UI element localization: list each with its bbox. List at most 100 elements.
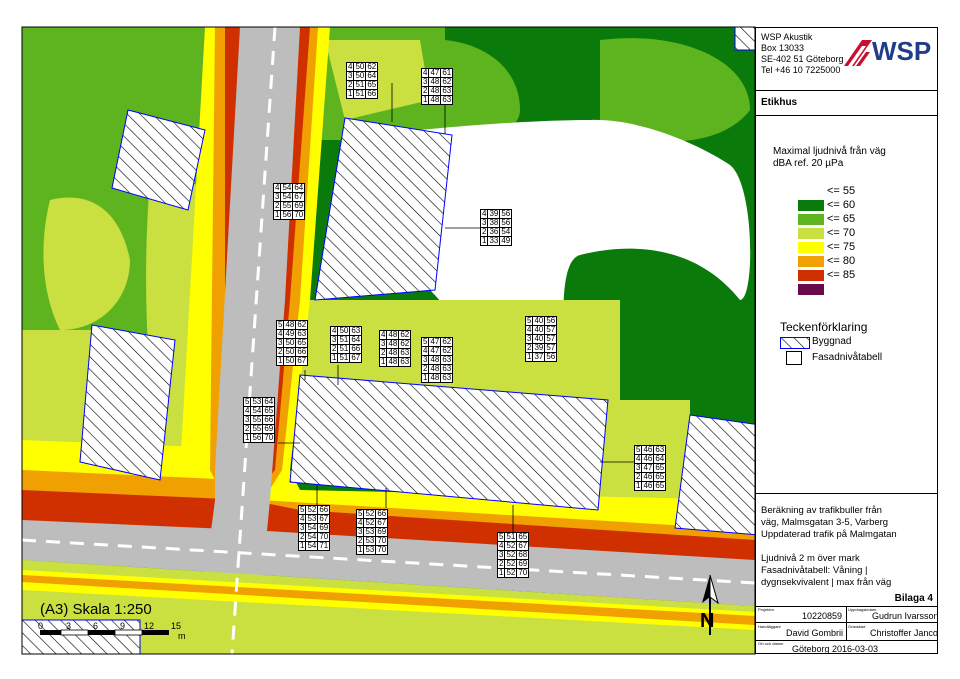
legend-high: <= 60: [827, 199, 856, 211]
facade-row: 1 51 67: [329, 353, 363, 363]
facade-cell: 63: [440, 95, 454, 105]
facade-cell: 1: [297, 541, 307, 551]
scale-tick: 6: [93, 621, 99, 631]
legend-swatch: [798, 214, 824, 225]
title-panel: WSP Akustik Box 13033 SE-402 51 Göteborg…: [755, 27, 939, 654]
facade-cell: 1: [420, 95, 430, 105]
logo-text: WSP: [872, 36, 932, 66]
facade-row: 1 37 56: [524, 352, 558, 362]
facade-table: 5 51 65 4 52 67 3 52 68 2 52 69 1 52 70: [496, 532, 530, 578]
building: [674, 414, 755, 536]
key-title: Teckenförklaring: [780, 320, 868, 334]
label-heading: Etikhus: [761, 97, 798, 108]
facade-cell: 1: [242, 433, 252, 443]
facade-cell: 51: [337, 353, 351, 363]
facade-table: 5 46 63 4 46 64 3 47 65 2 46 65 1 46 65: [633, 445, 667, 491]
desc-line-6: dygnsekvivalent | max från väg: [761, 577, 892, 588]
facade-row: 1 54 71: [297, 541, 331, 551]
company-name: WSP Akustik: [761, 32, 813, 42]
facade-table: 4 50 62 3 50 64 2 51 65 1 51 66: [345, 62, 379, 99]
facade-cell: 1: [275, 356, 285, 366]
facade-cell: 46: [641, 481, 655, 491]
facade-row: 1 33 49: [479, 236, 513, 246]
facade-table: 4 54 64 3 54 67 2 55 69 1 56 70: [272, 183, 306, 220]
project-no: 10220859: [802, 611, 843, 621]
company-box: Box 13033: [761, 43, 805, 53]
scale-tick: 0: [38, 621, 44, 631]
facade-table: 5 48 62 4 49 63 3 50 65 2 50 66 1 50 67: [275, 320, 309, 366]
legend-swatch: [798, 228, 824, 239]
author: Gudrun Ivarsson: [872, 611, 939, 621]
facade-cell: 1: [633, 481, 643, 491]
facade-table: 4 50 63 3 51 64 2 51 66 1 51 67: [329, 326, 363, 363]
facade-row: 1 48 63: [420, 95, 454, 105]
desc-line-1: Beräkning av trafikbuller från: [761, 505, 882, 516]
key-building: Byggnad: [812, 336, 852, 347]
facade-row: 1 48 63: [378, 357, 412, 367]
facade-cell: 63: [398, 357, 412, 367]
project-label: Projektnr: [758, 607, 775, 612]
facade-row: 1 53 70: [355, 545, 389, 555]
legend-high: <= 75: [827, 241, 856, 253]
facade-cell: 70: [375, 545, 389, 555]
facade-row: 1 52 70: [496, 568, 530, 578]
appendix-label: Bilaga 4: [894, 593, 933, 604]
facade-cell: 56: [250, 433, 264, 443]
facade-cell: 1: [345, 89, 355, 99]
scale-label: (A3) Skala 1:250: [40, 601, 152, 618]
reviewer-label: Granskad: [848, 624, 866, 629]
facade-table: 4 48 62 3 48 62 2 48 63 1 48 63: [378, 330, 412, 367]
facade-row: 1 51 66: [345, 89, 379, 99]
legend-high: <= 70: [827, 227, 856, 239]
facade-row: 1 48 63: [420, 373, 454, 383]
facade-cell: 1: [355, 545, 365, 555]
facade-cell: 54: [305, 541, 319, 551]
facade-cell: 70: [262, 433, 276, 443]
facade-table: 5 52 66 4 52 67 3 53 69 2 53 70 1 53 70: [355, 509, 389, 555]
facade-cell: 48: [428, 95, 442, 105]
desc-line-2: väg, Malmsgatan 3-5, Varberg: [761, 517, 889, 528]
facade-cell: 48: [428, 373, 442, 383]
legend-swatch: [798, 242, 824, 253]
legend-high: <= 55: [827, 185, 856, 197]
facade-table: 4 39 56 3 38 56 2 36 54 1 33 49: [479, 209, 513, 246]
facade-cell: 63: [440, 373, 454, 383]
facade-cell: 1: [329, 353, 339, 363]
facade-cell: 1: [272, 210, 282, 220]
legend-high: <= 80: [827, 255, 856, 267]
north-label: N: [700, 610, 715, 632]
legend-swatch: [798, 256, 824, 267]
wsp-logo-mark: [844, 40, 872, 66]
desc-line-5: Fasadnivåtabell: Våning |: [761, 565, 868, 576]
facade-cell: 67: [349, 353, 363, 363]
legend-title-1: Maximal ljudnivå från väg: [773, 146, 886, 157]
facade-cell: 56: [280, 210, 294, 220]
facade-cell: 70: [516, 568, 530, 578]
legend-swatch: [798, 270, 824, 281]
facade-cell: 49: [499, 236, 513, 246]
facade-cell: 66: [365, 89, 379, 99]
facade-cell: 56: [544, 352, 558, 362]
scale-tick: 9: [120, 621, 126, 631]
building: [79, 324, 176, 481]
facade-row: 1 56 70: [242, 433, 276, 443]
facade-cell: 1: [378, 357, 388, 367]
handler: David Gombrii: [786, 628, 844, 638]
key-facade-table: Fasadnivåtabell: [812, 352, 883, 363]
legend-title-2: dBA ref. 20 µPa: [773, 158, 844, 169]
facade-table: 5 52 66 4 53 67 3 54 69 2 54 70 1 54 71: [297, 505, 331, 551]
facade-table-swatch: [786, 351, 802, 365]
facade-cell: 1: [479, 236, 489, 246]
legend-swatch: [798, 200, 824, 211]
facade-table: 5 40 56 4 40 57 3 40 57 2 39 57 1 37 56: [524, 316, 558, 362]
scale-tick: 12: [144, 621, 155, 631]
facade-cell: 1: [496, 568, 506, 578]
title-block: Projektnr 10220859 Uppdragsledare Gudrun…: [756, 606, 939, 654]
legend-high: <= 65: [827, 213, 856, 225]
facade-cell: 37: [532, 352, 546, 362]
scale-unit: m: [178, 631, 186, 641]
scale-tick: 3: [66, 621, 72, 631]
scale-tick: 15: [171, 621, 182, 631]
facade-cell: 53: [363, 545, 377, 555]
legend-high: <= 85: [827, 269, 856, 281]
